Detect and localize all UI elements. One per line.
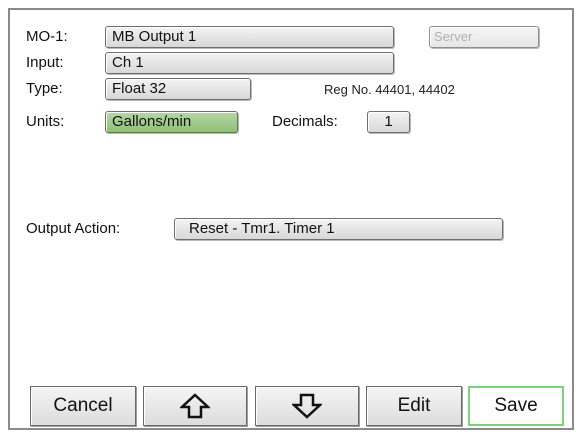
mo-name-field[interactable]: MB Output 1 [105, 26, 394, 48]
mo-config-screen: MO-1: MB Output 1 Server Input: Ch 1 Typ… [8, 8, 574, 430]
server-button[interactable]: Server [429, 26, 539, 48]
type-field[interactable]: Float 32 [105, 78, 251, 100]
type-label: Type: [26, 80, 63, 97]
up-button[interactable] [143, 386, 247, 426]
decimals-field[interactable]: 1 [367, 111, 410, 133]
down-button[interactable] [255, 386, 359, 426]
input-label: Input: [26, 54, 64, 71]
edit-button[interactable]: Edit [366, 386, 462, 426]
cancel-button[interactable]: Cancel [30, 386, 136, 426]
up-arrow-icon [180, 393, 210, 419]
save-button[interactable]: Save [468, 386, 564, 426]
server-label: Server [434, 29, 473, 44]
units-field[interactable]: Gallons/min [105, 111, 238, 133]
down-arrow-icon [292, 393, 322, 419]
units-label: Units: [26, 113, 65, 130]
mo-label: MO-1: [26, 28, 68, 45]
output-action-label: Output Action: [26, 220, 121, 237]
decimals-label: Decimals: [272, 113, 338, 130]
input-field[interactable]: Ch 1 [105, 52, 394, 74]
register-numbers: Reg No. 44401, 44402 [324, 82, 455, 97]
output-action-field[interactable]: Reset - Tmr1. Timer 1 [174, 218, 503, 240]
